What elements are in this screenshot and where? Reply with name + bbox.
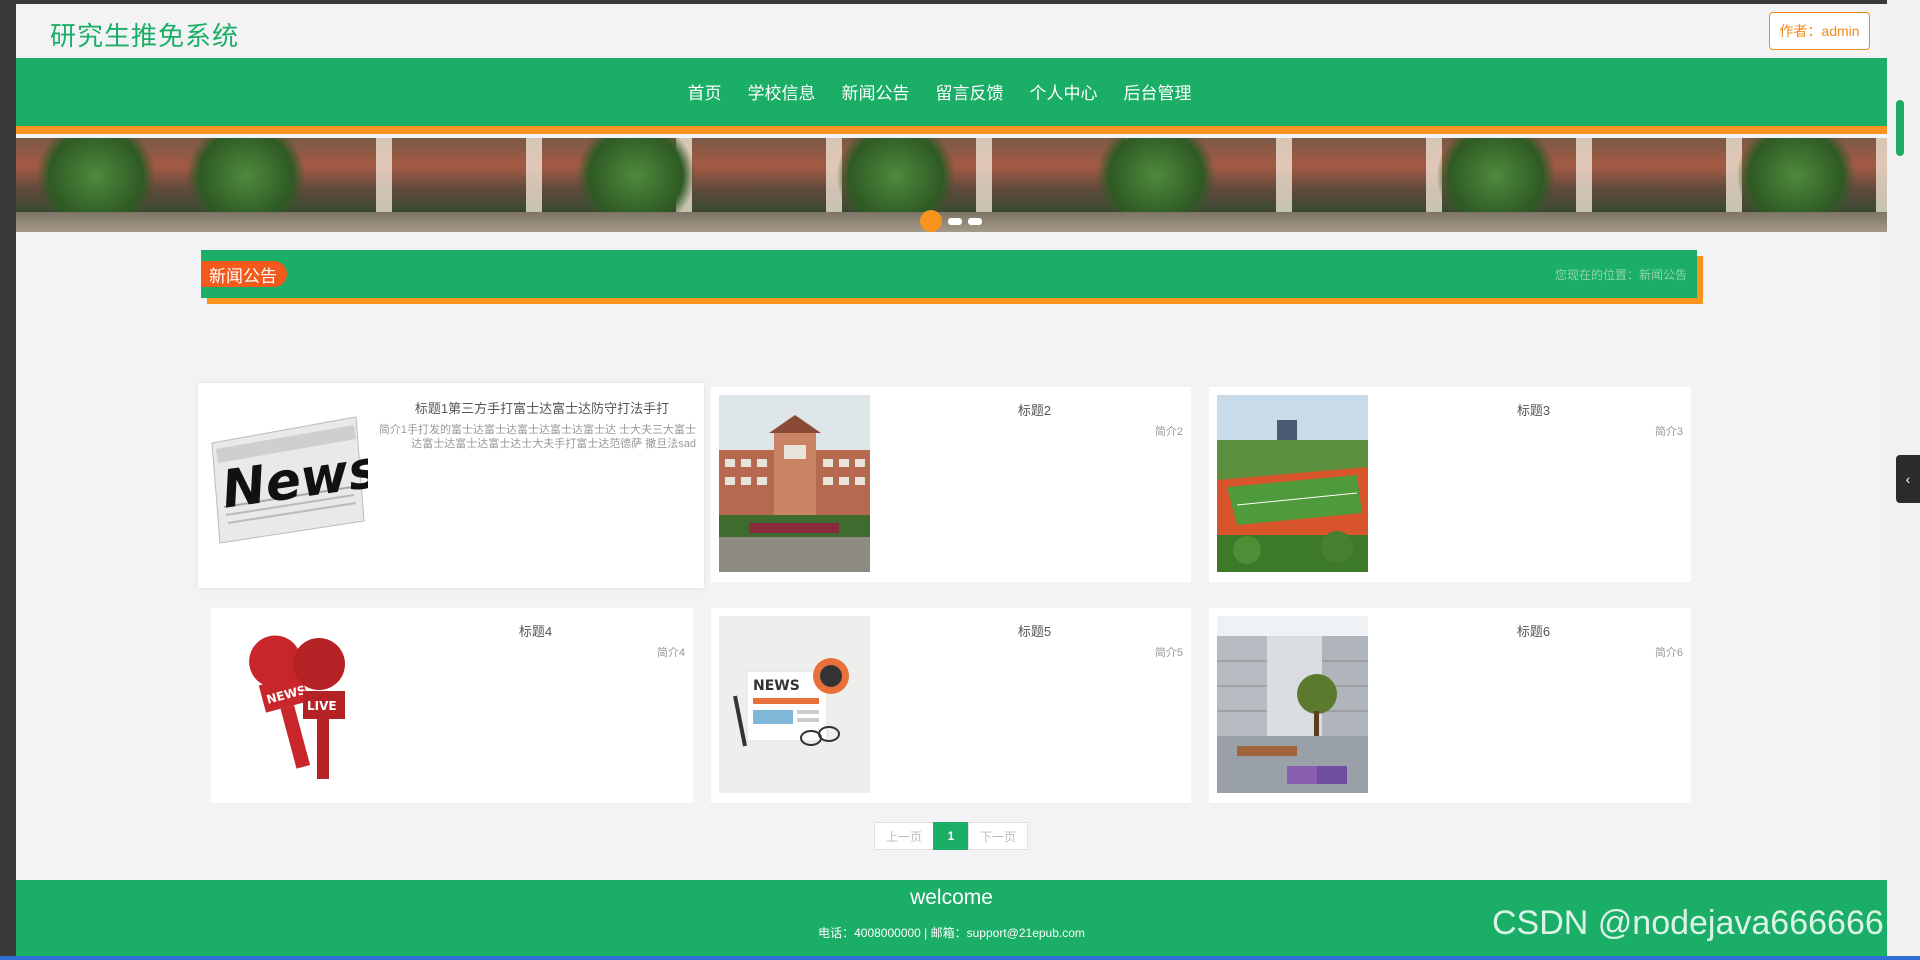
pagination: 上一页 1 下一页 [874,822,1028,850]
nav-item-news[interactable]: 新闻公告 [842,79,910,104]
sports-field-photo [1217,395,1368,572]
current-page-button[interactable]: 1 [933,822,969,850]
news-title[interactable]: 标题2 [886,400,1183,419]
nav-item-admin[interactable]: 后台管理 [1124,79,1192,104]
carousel-indicators [920,210,988,232]
breadcrumb: 您现在的位置：新闻公告 [1554,268,1687,282]
nav-item-feedback[interactable]: 留言反馈 [936,79,1004,104]
prev-page-button[interactable]: 上一页 [874,822,934,850]
news-summary: 简介4 [656,647,685,659]
nav-item-profile[interactable]: 个人中心 [1030,79,1098,104]
news-card[interactable]: NEWS 标题5 简介5 [711,608,1191,803]
news-title[interactable]: 标题6 [1384,621,1683,640]
carousel-dot-active[interactable] [920,210,942,232]
nav-item-school-info[interactable]: 学校信息 [748,79,816,104]
news-summary: 简介3 [1654,426,1683,438]
banner-carousel[interactable] [16,138,1887,232]
watermark: CSDN @nodejava666666 [1492,904,1884,942]
carousel-dot[interactable] [968,217,982,225]
news-card[interactable]: 标题6 简介6 [1209,608,1691,803]
news-paper-glasses-icon: NEWS [719,616,870,793]
carousel-dot[interactable] [948,217,962,225]
microphone-icon: NEWS LIVE [219,616,370,793]
nav-item-home[interactable]: 首页 [688,79,722,104]
section-header: 新闻公告 您现在的位置：新闻公告 [201,250,1697,298]
news-card[interactable]: 标题2 简介2 [711,387,1191,582]
news-summary: 简介5 [1154,647,1183,659]
scrollbar-thumb[interactable] [1896,100,1904,156]
section-tag: 新闻公告 [201,261,287,287]
chevron-left-icon[interactable]: ‹ [1896,455,1920,503]
news-title[interactable]: 标题3 [1384,400,1683,419]
news-summary: 简介6 [1654,647,1683,659]
next-page-button[interactable]: 下一页 [968,822,1028,850]
svg-text:LIVE: LIVE [307,699,337,713]
news-card[interactable]: 标题3 简介3 [1209,387,1691,582]
news-title[interactable]: 标题5 [886,621,1183,640]
site-title[interactable]: 研究生推免系统 [50,16,239,53]
author-button[interactable]: 作者：admin [1769,12,1870,50]
school-building-photo [719,395,870,572]
news-card[interactable]: News 标题1第三方手打富士达富士达防守打法手打 简介1手打发的富士达富士达富… [198,383,704,588]
news-summary: 简介2 [1154,426,1183,438]
news-title[interactable]: 标题4 [386,621,685,640]
news-title[interactable]: 标题1第三方手打富士达富士达防守打法手打 [388,398,696,417]
main-nav: 首页 学校信息 新闻公告 留言反馈 个人中心 后台管理 [16,58,1887,134]
bottom-progress-line [0,956,1920,960]
newspaper-icon: News [206,403,368,553]
news-summary: 简介1手打发的富士达富士达富士达富士达富士达 士大夫三大富士达富士达富士达富士达… [378,424,696,450]
page: 研究生推免系统 作者：admin 首页 学校信息 新闻公告 留言反馈 个人中心 … [16,4,1887,960]
svg-text:NEWS: NEWS [753,678,800,694]
site-header: 研究生推免系统 作者：admin [16,4,1887,58]
news-card[interactable]: NEWS LIVE 标题4 简介4 [211,608,693,803]
campus-courtyard-photo [1217,616,1368,793]
